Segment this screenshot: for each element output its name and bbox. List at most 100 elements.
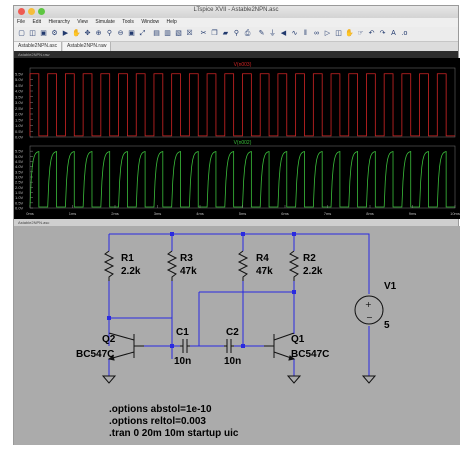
junction-dot (292, 232, 296, 236)
y-tick-label: 2.5V (15, 106, 24, 111)
r2-value-label: 2.2k (303, 266, 323, 277)
wire-icon[interactable]: ✎ (257, 29, 266, 38)
capacitor-c2[interactable] (224, 339, 234, 353)
pan-icon[interactable]: ✥ (83, 29, 92, 38)
x-tick-label: 7ms (324, 211, 332, 216)
c2-ref-label: C2 (226, 327, 239, 338)
resistor-r2[interactable] (288, 250, 300, 281)
tab-waveform[interactable]: Astable2NPN.raw (63, 42, 112, 51)
capacitor-c1[interactable] (180, 339, 190, 353)
toolbar: ▢ ◫ ▣ ⚙ ▶ ✋ ✥ ⊕ ⚲ ⊖ ▣ ⤢ ▤ ▥ ▧ ☒ ✂ ❐ ▰ ⚲ … (14, 27, 458, 42)
x-tick-label: 5ms (239, 211, 247, 216)
y-tick-label: 2.0V (15, 112, 24, 117)
paste-icon[interactable]: ▰ (221, 29, 230, 38)
menu-tools[interactable]: Tools (119, 18, 137, 27)
ground-icon[interactable]: ⏚ (268, 29, 277, 38)
menu-simulate[interactable]: Simulate (92, 18, 117, 27)
menu-bar: File Edit Hierarchy View Simulate Tools … (14, 18, 458, 27)
waveform-viewer[interactable]: 5.5V5.0V4.5V4.0V3.5V3.0V2.5V2.0V1.5V1.0V… (14, 58, 460, 219)
resistor-r1[interactable] (103, 250, 115, 281)
halt-icon[interactable]: ✋ (72, 29, 81, 38)
app-window: LTspice XVII - Astable2NPN.asc File Edit… (13, 5, 460, 445)
capacitor-icon[interactable]: ‖ (301, 29, 310, 38)
schematic-editor[interactable]: + − R1 2.2k R3 47k R4 47k R2 2.2k C1 10n… (14, 226, 460, 445)
spice-directive-icon[interactable]: .o (400, 29, 409, 38)
component-icon[interactable]: ◫ (334, 29, 343, 38)
schematic-pane-title: Astable2NPN.asc (14, 219, 458, 226)
y-tick-label: 0.0V (15, 135, 24, 140)
search-icon[interactable]: ⚲ (232, 29, 241, 38)
resistor-icon[interactable]: ∿ (290, 29, 299, 38)
open-folder-icon[interactable]: ◫ (28, 29, 37, 38)
resistor-r3[interactable] (166, 250, 178, 281)
tab-schematic[interactable]: Astable2NPN.asc (14, 42, 63, 51)
cut-icon[interactable]: ✂ (199, 29, 208, 38)
tile-vertical-icon[interactable]: ▥ (163, 29, 172, 38)
y-tick-label: 5.5V (15, 71, 24, 76)
control-panel-icon[interactable]: ⚙ (50, 29, 59, 38)
c1-value-label: 10n (174, 356, 191, 367)
spice-directive[interactable]: .tran 0 20m 10m startup uic (109, 428, 239, 439)
cascade-icon[interactable]: ▧ (174, 29, 183, 38)
wires (108, 233, 370, 376)
zoom-pan-icon[interactable]: ⚲ (105, 29, 114, 38)
x-tick-label: 6ms (281, 211, 289, 216)
text-icon[interactable]: A (389, 29, 398, 38)
label-net-icon[interactable]: ◀ (279, 29, 288, 38)
r3-value-label: 47k (180, 266, 197, 277)
y-tick-label: 0.5V (15, 129, 24, 134)
resistor-top-wires (108, 234, 295, 251)
undo-icon[interactable]: ↶ (367, 29, 376, 38)
q1-value-label: BC547C (291, 349, 329, 360)
zoom-out-icon[interactable]: ⊖ (116, 29, 125, 38)
svg-text:−: − (366, 313, 373, 322)
menu-window[interactable]: Window (138, 18, 162, 27)
svg-text:+: + (365, 300, 372, 309)
copy-icon[interactable]: ❐ (210, 29, 219, 38)
transistor-q1[interactable] (264, 281, 302, 384)
junction-dots (107, 232, 296, 348)
redo-icon[interactable]: ↷ (378, 29, 387, 38)
v1-value-label: 5 (384, 320, 390, 331)
x-tick-label: 2ms (111, 211, 119, 216)
r4-ref-label: R4 (256, 253, 269, 264)
x-tick-label: 9ms (409, 211, 417, 216)
tile-horizontal-icon[interactable]: ▤ (152, 29, 161, 38)
close-window-icon[interactable]: ☒ (185, 29, 194, 38)
save-icon[interactable]: ▣ (39, 29, 48, 38)
window-title: LTspice XVII - Astable2NPN.asc (193, 7, 279, 13)
spice-directive[interactable]: .options reltol=0.003 (109, 416, 206, 427)
spice-directive[interactable]: .options abstol=1e-10 (109, 404, 212, 415)
r2-ref-label: R2 (303, 253, 316, 264)
junction-dot (170, 344, 174, 348)
autorange-icon[interactable]: ⤢ (138, 29, 147, 38)
menu-file[interactable]: File (14, 18, 28, 27)
supply-rail-wire (109, 233, 370, 294)
print-icon[interactable]: ⎙ (243, 29, 252, 38)
run-icon[interactable]: ▶ (61, 29, 70, 38)
inductor-icon[interactable]: ∞ (312, 29, 321, 38)
zoom-in-icon[interactable]: ⊕ (94, 29, 103, 38)
v1-ref-label: V1 (384, 281, 397, 292)
diode-icon[interactable]: ▷ (323, 29, 332, 38)
zoom-fit-icon[interactable]: ▣ (127, 29, 136, 38)
q2-ref-label: Q2 (102, 334, 116, 345)
menu-edit[interactable]: Edit (29, 18, 44, 27)
resistor-r4[interactable] (237, 250, 249, 281)
menu-view[interactable]: View (74, 18, 91, 27)
r1-ref-label: R1 (121, 253, 134, 264)
new-file-icon[interactable]: ▢ (17, 29, 26, 38)
series-legend-label: V(n003) (234, 62, 252, 68)
x-tick-label: 1ms (69, 211, 77, 216)
junction-dot (241, 232, 245, 236)
drag-icon[interactable]: ☞ (356, 29, 365, 38)
y-tick-label: 4.5V (15, 83, 24, 88)
move-icon[interactable]: ✋ (345, 29, 354, 38)
y-tick-label: 5.0V (15, 77, 24, 82)
y-tick-label: 3.5V (15, 94, 24, 99)
c1-ref-label: C1 (176, 327, 189, 338)
c2-left-wire (198, 292, 224, 347)
y-tick-label: 0.0V (15, 206, 24, 211)
menu-help[interactable]: Help (164, 18, 180, 27)
menu-hierarchy[interactable]: Hierarchy (45, 18, 72, 27)
